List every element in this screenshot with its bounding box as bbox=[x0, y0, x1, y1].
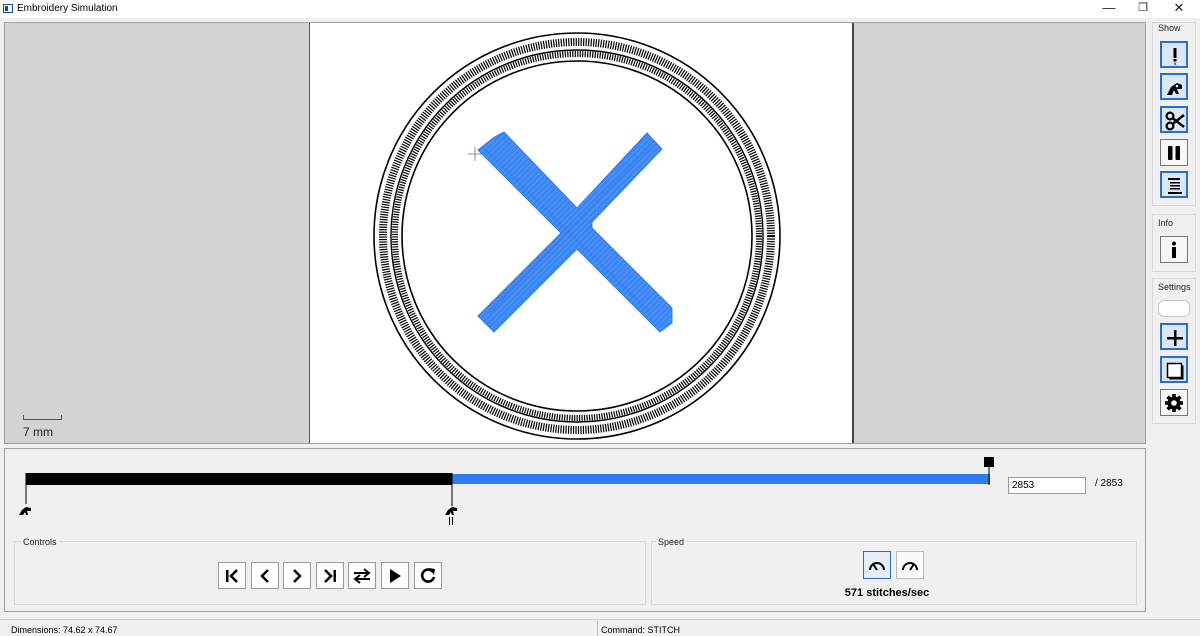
step-forward-icon bbox=[293, 569, 302, 583]
settings-panel-label: Settings bbox=[1158, 282, 1191, 292]
step-back-icon bbox=[260, 569, 269, 583]
background-color-swatch[interactable] bbox=[1158, 300, 1190, 317]
close-button[interactable]: ✕ bbox=[1162, 0, 1196, 18]
step-forward-button[interactable] bbox=[283, 562, 311, 589]
play-button[interactable] bbox=[381, 562, 409, 589]
color-change-toggle[interactable] bbox=[1160, 171, 1188, 198]
timeline-trim-start-icon bbox=[19, 507, 31, 515]
design-page bbox=[309, 23, 854, 443]
scale-label: 7 mm bbox=[23, 425, 53, 439]
page-toggle[interactable] bbox=[1160, 356, 1188, 383]
svg-text:×: × bbox=[1173, 62, 1177, 66]
pause-icon bbox=[1168, 146, 1180, 160]
restart-button[interactable] bbox=[414, 562, 442, 589]
crosshair-toggle[interactable] bbox=[1160, 323, 1188, 350]
speed-slower-icon bbox=[869, 562, 885, 571]
settings-button[interactable] bbox=[1160, 389, 1188, 416]
scale-bar bbox=[23, 415, 62, 420]
status-bar: Dimensions: 74.62 x 74.67 Command: STITC… bbox=[0, 619, 1200, 636]
show-panel-label: Show bbox=[1158, 23, 1181, 33]
speed-slower-button[interactable] bbox=[863, 551, 891, 579]
status-divider bbox=[597, 621, 598, 636]
play-icon bbox=[390, 569, 401, 583]
step-back-button[interactable] bbox=[251, 562, 279, 589]
embroidery-design bbox=[373, 32, 781, 440]
trim-presser-foot-icon bbox=[1167, 83, 1182, 95]
trim-marker-toggle[interactable] bbox=[1160, 73, 1188, 100]
status-command: Command: STITCH bbox=[601, 625, 681, 635]
page-icon bbox=[1166, 362, 1184, 380]
restore-button[interactable]: ❐ bbox=[1126, 0, 1160, 18]
skip-to-start-icon bbox=[226, 569, 238, 583]
title-bar: Embroidery Simulation — ❐ ✕ bbox=[0, 0, 1200, 18]
speed-faster-icon bbox=[902, 562, 918, 571]
total-stitches-label: / 2853 bbox=[1095, 478, 1123, 489]
minimize-button[interactable]: — bbox=[1092, 0, 1126, 18]
plus-icon bbox=[1167, 330, 1183, 346]
status-dimensions: Dimensions: 74.62 x 74.67 bbox=[11, 625, 118, 635]
jump-marker-toggle[interactable]: × bbox=[1160, 41, 1188, 68]
stop-marker-toggle[interactable] bbox=[1160, 139, 1188, 166]
jump-marker-icon: × bbox=[1173, 48, 1177, 66]
timeline-trim-change-icon bbox=[445, 507, 457, 525]
swap-direction-icon bbox=[353, 568, 371, 584]
speed-faster-button[interactable] bbox=[896, 551, 924, 579]
x-design-fill bbox=[477, 131, 673, 333]
speed-panel-label: Speed bbox=[656, 537, 687, 547]
skip-to-end-icon bbox=[324, 569, 336, 583]
simulation-canvas[interactable]: 7 mm bbox=[4, 22, 1146, 444]
skip-to-end-button[interactable] bbox=[316, 562, 344, 589]
swap-direction-button[interactable] bbox=[348, 562, 376, 589]
info-icon bbox=[1172, 241, 1176, 258]
speed-readout: 571 stitches/sec bbox=[844, 587, 930, 599]
scissors-icon bbox=[1165, 111, 1185, 131]
controls-panel-label: Controls bbox=[21, 537, 59, 547]
timeline-playhead-handle bbox=[984, 457, 994, 467]
skip-to-start-button[interactable] bbox=[218, 562, 246, 589]
timeline-markers bbox=[19, 457, 994, 525]
gear-icon bbox=[1165, 394, 1183, 412]
current-stitch-input[interactable] bbox=[1008, 477, 1086, 494]
restart-icon bbox=[420, 568, 436, 583]
color-change-icon bbox=[1168, 178, 1182, 194]
info-button[interactable] bbox=[1160, 236, 1188, 263]
cut-marker-toggle[interactable] bbox=[1160, 106, 1188, 133]
window-title: Embroidery Simulation bbox=[17, 3, 118, 14]
app-icon bbox=[3, 4, 13, 13]
info-panel-label: Info bbox=[1158, 218, 1174, 228]
